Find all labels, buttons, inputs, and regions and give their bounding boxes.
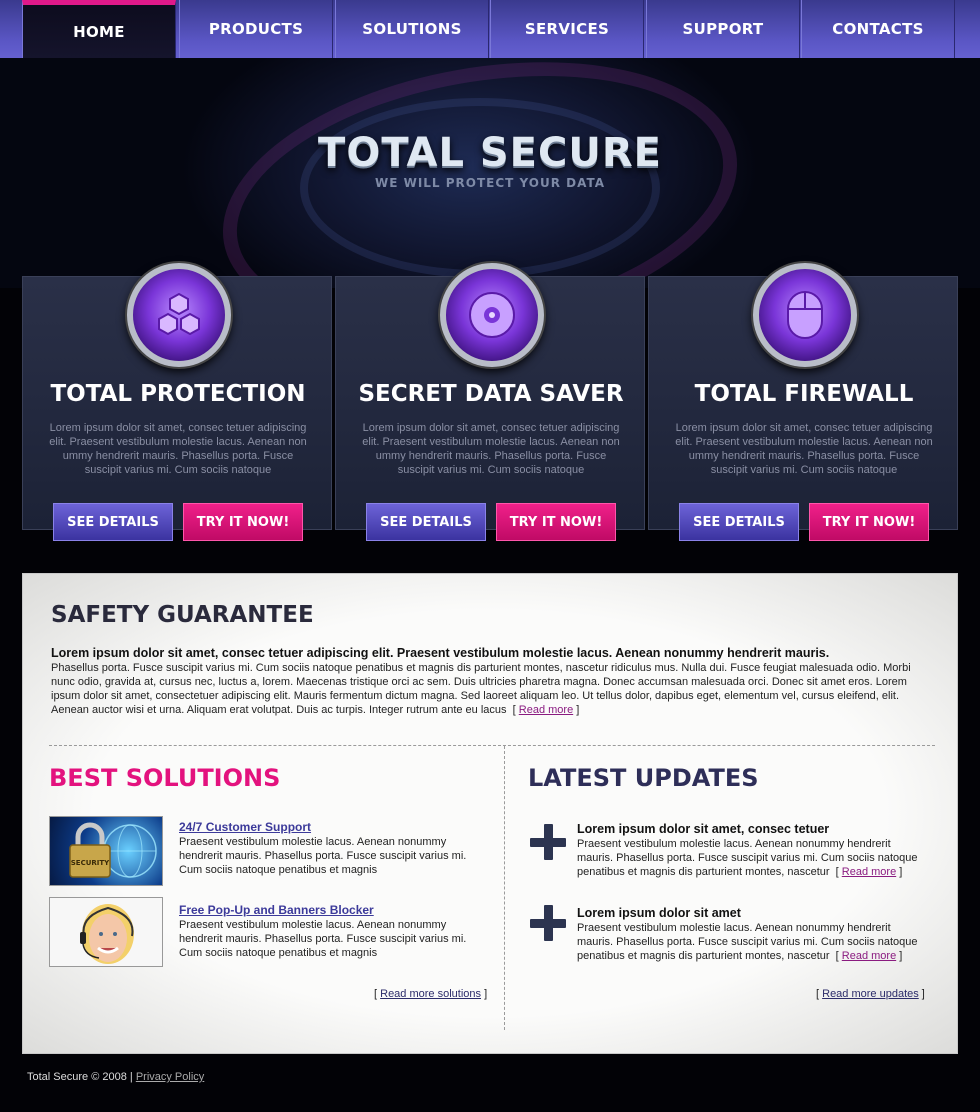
feature-card-total-firewall: TOTAL FIREWALL Lorem ipsum dolor sit ame… <box>648 263 958 541</box>
solution-text: Praesent vestibulum molestie lacus. Aene… <box>179 836 467 876</box>
nav-item-products[interactable]: PRODUCTS <box>179 0 333 58</box>
safety-guarantee-title: SAFETY GUARANTEE <box>51 602 314 628</box>
nav-item-solutions[interactable]: SOLUTIONS <box>335 0 489 58</box>
update-text: Praesent vestibulum molestie lacus. Aene… <box>577 921 927 963</box>
latest-updates-title: LATEST UPDATES <box>528 764 759 792</box>
nav-item-contacts[interactable]: CONTACTS <box>801 0 955 58</box>
read-more-link[interactable]: Read more <box>842 950 896 962</box>
hero-subtitle: WE WILL PROTECT YOUR DATA <box>374 176 606 190</box>
read-more-solutions-link[interactable]: Read more solutions <box>380 988 481 1000</box>
update-title: Lorem ipsum dolor sit amet, consec tetue… <box>577 822 830 836</box>
nav-item-services[interactable]: SERVICES <box>490 0 644 58</box>
feature-card-secret-data-saver: SECRET DATA SAVER Lorem ipsum dolor sit … <box>335 263 645 541</box>
update-title: Lorem ipsum dolor sit amet <box>577 906 741 920</box>
plus-icon <box>530 905 566 941</box>
read-more-bracket: [ <box>832 866 842 878</box>
read-more-updates: [ Read more updates ] <box>816 988 925 1000</box>
nav-item-support[interactable]: SUPPORT <box>646 0 800 58</box>
copyright-text: Total Secure © 2008 | <box>27 1071 133 1083</box>
security-label: SECURITY <box>71 859 110 867</box>
hero-banner: TOTAL SECURE WE WILL PROTECT YOUR DATA <box>0 58 980 288</box>
solution-link-popup-blocker[interactable]: Free Pop-Up and Banners Blocker <box>179 903 374 917</box>
feature-card-total-protection: TOTAL PROTECTION Lorem ipsum dolor sit a… <box>22 263 332 541</box>
feature-text: Lorem ipsum dolor sit amet, consec tetue… <box>675 422 933 476</box>
disc-icon <box>440 263 544 367</box>
see-details-button[interactable]: SEE DETAILS <box>53 503 173 541</box>
hexagon-cluster-icon <box>127 263 231 367</box>
solution-link-customer-support[interactable]: 24/7 Customer Support <box>179 820 311 834</box>
feature-title: TOTAL FIREWALL <box>694 381 914 407</box>
section-divider <box>49 745 935 746</box>
read-more-bracket: [ <box>832 950 842 962</box>
security-lock-image: SECURITY <box>49 816 163 886</box>
read-more-bracket: ] <box>573 704 580 716</box>
try-it-now-button[interactable]: TRY IT NOW! <box>496 503 616 541</box>
read-more-bracket: ] <box>481 988 488 1000</box>
feature-text: Lorem ipsum dolor sit amet, consec tetue… <box>49 422 307 476</box>
try-it-now-button[interactable]: TRY IT NOW! <box>183 503 303 541</box>
top-navigation: HOME PRODUCTS SOLUTIONS SERVICES SUPPORT… <box>0 0 980 58</box>
update-text: Praesent vestibulum molestie lacus. Aene… <box>577 837 927 879</box>
safety-body-text: Phasellus porta. Fusce suscipit varius m… <box>51 661 931 717</box>
content-panel: SAFETY GUARANTEE Lorem ipsum dolor sit a… <box>22 573 958 1054</box>
read-more-bracket: ] <box>896 866 903 878</box>
safety-body-paragraph: Phasellus porta. Fusce suscipit varius m… <box>51 662 911 716</box>
feature-text: Lorem ipsum dolor sit amet, consec tetue… <box>362 422 620 476</box>
read-more-bracket: ] <box>896 950 903 962</box>
read-more-updates-link[interactable]: Read more updates <box>822 988 919 1000</box>
read-more-solutions: [ Read more solutions ] <box>374 988 487 1000</box>
feature-title: SECRET DATA SAVER <box>358 381 624 407</box>
read-more-bracket: ] <box>918 988 925 1000</box>
see-details-button[interactable]: SEE DETAILS <box>366 503 486 541</box>
column-divider <box>504 746 505 1030</box>
plus-icon <box>530 824 566 860</box>
nav-item-home[interactable]: HOME <box>22 0 176 58</box>
read-more-link[interactable]: Read more <box>842 866 896 878</box>
hero-title: TOTAL SECURE <box>318 130 662 176</box>
footer: Total Secure © 2008 | Privacy Policy <box>27 1071 204 1083</box>
read-more-link[interactable]: Read more <box>519 704 573 716</box>
best-solutions-title: BEST SOLUTIONS <box>49 764 281 792</box>
see-details-button[interactable]: SEE DETAILS <box>679 503 799 541</box>
try-it-now-button[interactable]: TRY IT NOW! <box>809 503 929 541</box>
feature-title: TOTAL PROTECTION <box>50 381 306 407</box>
privacy-policy-link[interactable]: Privacy Policy <box>136 1071 204 1083</box>
solution-text: Praesent vestibulum molestie lacus. Aene… <box>179 919 467 959</box>
safety-lead-text: Lorem ipsum dolor sit amet, consec tetue… <box>51 646 830 660</box>
mouse-icon <box>753 263 857 367</box>
read-more-bracket: [ <box>509 704 519 716</box>
support-agent-image <box>49 897 163 967</box>
